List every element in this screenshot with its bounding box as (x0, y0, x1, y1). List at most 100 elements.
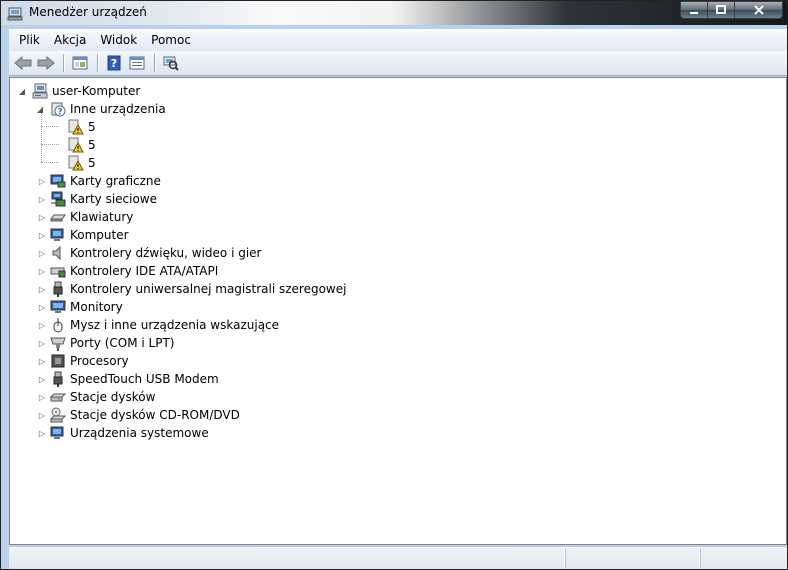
help-button[interactable]: ? (103, 52, 125, 74)
category-label: Kontrolery uniwersalnej magistrali szere… (70, 282, 347, 296)
category-label: Monitory (70, 300, 123, 314)
port-icon (50, 337, 66, 351)
expand-arrow-icon[interactable]: ▷ (38, 321, 46, 330)
maximize-icon (716, 5, 726, 14)
warning-device-icon (68, 119, 84, 135)
minimize-button[interactable] (680, 1, 708, 19)
expand-arrow-icon[interactable]: ▷ (38, 249, 46, 258)
device-manager-icon (7, 7, 23, 21)
svg-text:?: ? (111, 57, 117, 70)
warning-device-icon (68, 137, 84, 153)
minimize-icon (690, 12, 698, 14)
usb-icon (53, 281, 63, 297)
device-manager-window: Menedżer urządzeń Plik Akcja Widok Pomoc (0, 0, 788, 570)
expand-arrow-icon[interactable]: ▷ (38, 357, 46, 366)
toolbar-separator (154, 54, 155, 72)
category-label: SpeedTouch USB Modem (70, 372, 219, 386)
window-title: Menedżer urządzeń (29, 5, 147, 19)
unknown-device-icon: ? (51, 102, 66, 118)
category-label: Stacje dysków (70, 390, 156, 404)
category-label: Klawiatury (70, 210, 134, 224)
properties-icon (129, 56, 145, 70)
tree-category-row[interactable]: ▷ Procesory (36, 352, 129, 370)
category-label: Karty sieciowe (70, 192, 158, 206)
expand-arrow-icon[interactable]: ▷ (38, 213, 46, 222)
processor-icon (51, 354, 65, 368)
menu-pomoc[interactable]: Pomoc (144, 33, 198, 47)
tree-category-row[interactable]: ▷ Mysz i inne urządzenia wskazujące (36, 316, 279, 334)
expand-arrow-icon[interactable]: ▷ (38, 303, 46, 312)
tree-connector (41, 126, 59, 127)
computer-monitor-icon (50, 228, 64, 241)
back-button[interactable] (12, 52, 34, 74)
tree-root-row[interactable]: ◢ user-Komputer (18, 82, 140, 100)
category-label: Porty (COM i LPT) (70, 336, 175, 350)
tree-category-row[interactable]: ▷ Porty (COM i LPT) (36, 334, 174, 352)
tree-category-row[interactable]: ▷ Stacje dysków (36, 388, 156, 406)
system-device-icon (50, 426, 64, 439)
category-label: Komputer (70, 228, 129, 242)
scan-hardware-button[interactable] (160, 52, 182, 74)
tree-category-row[interactable]: ▷ SpeedTouch USB Modem (36, 370, 219, 388)
tree-category-row[interactable]: ▷ Karty sieciowe (36, 190, 157, 208)
properties-button[interactable] (126, 52, 148, 74)
device-label: 5 (88, 156, 96, 170)
console-tree-icon (72, 56, 88, 70)
tree-category-row[interactable]: ▷ Karty graficzne (36, 172, 161, 190)
keyboard-icon (50, 214, 66, 222)
tree-category-row[interactable]: ▷ Kontrolery uniwersalnej magistrali sze… (36, 280, 346, 298)
expand-arrow-icon[interactable]: ▷ (38, 393, 46, 402)
expand-arrow-icon[interactable]: ▷ (38, 195, 46, 204)
computer-icon (32, 83, 48, 99)
category-label: Procesory (70, 354, 129, 368)
tree-category-row[interactable]: ▷ Klawiatury (36, 208, 133, 226)
expand-arrow-icon[interactable]: ▷ (38, 285, 46, 294)
tree-connector (41, 162, 59, 163)
category-label: Urządzenia systemowe (70, 426, 209, 440)
tree-device-row[interactable]: 5 (68, 154, 96, 172)
back-arrow-icon (14, 56, 32, 70)
tree-category-row[interactable]: ▷ Komputer (36, 226, 129, 244)
forward-arrow-icon (37, 56, 55, 70)
toolbar-separator (63, 54, 64, 72)
expand-arrow-icon[interactable]: ▷ (38, 429, 46, 438)
forward-button[interactable] (35, 52, 57, 74)
cdrom-icon (50, 407, 66, 423)
expand-arrow-icon[interactable]: ▷ (38, 177, 46, 186)
menu-akcja[interactable]: Akcja (47, 33, 93, 47)
menu-plik[interactable]: Plik (12, 33, 47, 47)
tree-device-row[interactable]: 5 (68, 136, 96, 154)
category-label: Mysz i inne urządzenia wskazujące (70, 318, 280, 332)
ide-controller-icon (50, 267, 66, 278)
category-label: Karty graficzne (70, 174, 161, 188)
tree-category-row[interactable]: ▷ Kontrolery dźwięku, wideo i gier (36, 244, 261, 262)
collapse-arrow-icon[interactable]: ◢ (18, 87, 26, 96)
show-console-tree-button[interactable] (69, 52, 91, 74)
device-tree[interactable]: ◢ user-Komputer ◢ ? Inne urządzenia 5 5 … (9, 77, 787, 545)
device-label: 5 (88, 138, 96, 152)
collapse-arrow-icon[interactable]: ◢ (36, 105, 44, 114)
usb-modem-icon (53, 371, 63, 387)
tree-device-row[interactable]: 5 (68, 118, 96, 136)
category-label: Kontrolery IDE ATA/ATAPI (70, 264, 219, 278)
tree-connector (41, 144, 59, 145)
tree-category-row[interactable]: ▷ Stacje dysków CD-ROM/DVD (36, 406, 240, 424)
menu-bar: Plik Akcja Widok Pomoc (9, 29, 787, 51)
svg-text:?: ? (57, 108, 62, 118)
tree-category-row[interactable]: ▷ Monitory (36, 298, 123, 316)
expand-arrow-icon[interactable]: ▷ (38, 339, 46, 348)
maximize-button[interactable] (708, 1, 735, 19)
monitor-icon (50, 300, 66, 313)
expand-arrow-icon[interactable]: ▷ (38, 231, 46, 240)
close-button[interactable] (735, 1, 783, 19)
tree-category-row[interactable]: ▷ Urządzenia systemowe (36, 424, 209, 442)
expand-arrow-icon[interactable]: ▷ (38, 411, 46, 420)
device-label: 5 (88, 120, 96, 134)
menu-widok[interactable]: Widok (93, 33, 144, 47)
tree-category-other-devices[interactable]: ◢ ? Inne urządzenia (36, 100, 166, 118)
tree-category-row[interactable]: ▷ Kontrolery IDE ATA/ATAPI (36, 262, 218, 280)
expand-arrow-icon[interactable]: ▷ (38, 375, 46, 384)
warning-device-icon (68, 155, 84, 171)
title-bar[interactable]: Menedżer urządzeń (1, 1, 787, 25)
expand-arrow-icon[interactable]: ▷ (38, 267, 46, 276)
